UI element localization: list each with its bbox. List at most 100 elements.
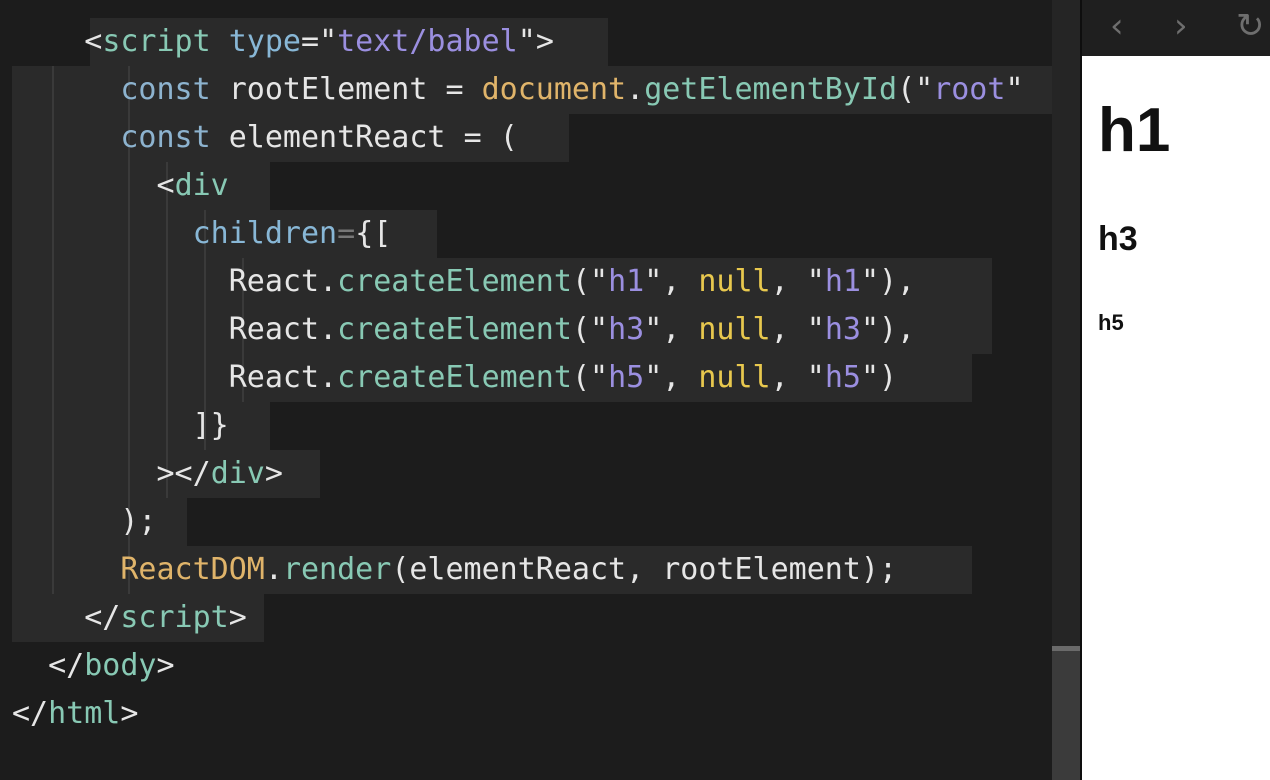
code-token: script: [120, 600, 229, 635]
code-token: const: [120, 120, 211, 155]
code-token: ReactDOM: [120, 552, 265, 587]
code-token: h5: [608, 360, 645, 395]
code-token: rootElement: [210, 72, 446, 107]
code-token: .: [626, 72, 645, 107]
code-token: (": [571, 312, 609, 347]
code-line[interactable]: <div: [12, 162, 1024, 210]
code-line[interactable]: React.createElement("h5", null, "h5"): [12, 354, 1024, 402]
code-line[interactable]: React.createElement("h3", null, "h3"),: [12, 306, 1024, 354]
code-token: children: [192, 216, 338, 251]
code-line[interactable]: ReactDOM.render(elementReact, rootElemen…: [12, 546, 1024, 594]
code-token: </: [12, 696, 49, 731]
code-token: </: [84, 600, 121, 635]
code-line[interactable]: children={[: [12, 210, 1024, 258]
code-token: div: [210, 456, 265, 491]
code-token: .: [319, 264, 338, 299]
code-token: null: [698, 360, 771, 395]
code-token: h1: [608, 264, 645, 299]
code-token: getElementById: [644, 72, 898, 107]
code-token: (": [571, 264, 609, 299]
code-line[interactable]: );: [12, 498, 1024, 546]
code-token: script: [102, 24, 211, 59]
code-token: ": [1005, 72, 1024, 107]
code-token: );: [120, 504, 157, 539]
code-token: >: [535, 24, 554, 59]
code-token: );: [860, 552, 898, 587]
code-token: h1: [824, 264, 861, 299]
code-token: ",: [644, 312, 699, 347]
code-token: render: [282, 552, 392, 587]
code-token: >: [120, 696, 139, 731]
code-token: h5: [824, 360, 861, 395]
code-token: (: [391, 552, 410, 587]
rendered-h3: h3: [1098, 220, 1138, 258]
code-lines[interactable]: <script type="text/babel"> const rootEle…: [12, 18, 1052, 738]
code-token: ]}: [192, 408, 229, 443]
code-token: ",: [644, 360, 699, 395]
code-line[interactable]: </html>: [12, 690, 1024, 738]
reload-icon[interactable]: ↻: [1236, 6, 1265, 46]
code-line[interactable]: const elementReact = (: [12, 114, 1024, 162]
code-token: >: [156, 648, 175, 683]
code-token: null: [698, 312, 771, 347]
code-token: =: [445, 72, 464, 107]
code-token: <: [84, 24, 103, 59]
code-token: </: [48, 648, 85, 683]
scrollbar-position-marker: [1052, 646, 1080, 651]
rendered-h1: h1: [1098, 96, 1171, 165]
code-line[interactable]: ></div>: [12, 450, 1024, 498]
code-token: .: [264, 552, 283, 587]
forward-icon[interactable]: ›: [1174, 6, 1188, 46]
code-line[interactable]: ]}: [12, 402, 1024, 450]
code-token: (: [897, 72, 916, 107]
code-token: (: [499, 120, 518, 155]
code-line[interactable]: </script>: [12, 594, 1024, 642]
code-line[interactable]: const rootElement = document.getElementB…: [12, 66, 1052, 114]
code-line[interactable]: </body>: [12, 642, 1024, 690]
browser-preview: ‹ › ↻ h1 h3 h5: [1082, 0, 1270, 780]
code-token: text/babel: [337, 24, 518, 59]
code-token: root: [933, 72, 1006, 107]
code-token: , ": [770, 360, 825, 395]
code-token: div: [174, 168, 229, 203]
code-line[interactable]: <script type="text/babel">: [12, 18, 1024, 66]
code-token: elementReact, rootElement: [409, 552, 861, 587]
code-token: ",: [644, 264, 699, 299]
code-token: h3: [824, 312, 861, 347]
code-token: createElement: [337, 360, 572, 395]
code-token: {[: [355, 216, 392, 251]
code-token: const: [120, 72, 211, 107]
code-token: createElement: [337, 264, 572, 299]
code-token: body: [84, 648, 157, 683]
code-token: React: [228, 360, 320, 395]
code-line[interactable]: React.createElement("h1", null, "h1"),: [12, 258, 1024, 306]
code-token: type: [228, 24, 301, 59]
code-token: null: [698, 264, 771, 299]
code-token: "): [860, 360, 898, 395]
code-token: =: [463, 120, 482, 155]
code-token: , ": [770, 264, 825, 299]
code-token: .: [319, 312, 338, 347]
code-token: >: [264, 456, 283, 491]
code-token: ": [915, 72, 934, 107]
code-token: ": [517, 24, 536, 59]
code-editor[interactable]: <script type="text/babel"> const rootEle…: [0, 0, 1052, 780]
back-icon[interactable]: ‹: [1110, 6, 1124, 46]
code-token: , ": [770, 312, 825, 347]
scrollbar-thumb[interactable]: [1052, 646, 1080, 780]
code-token: ": [319, 24, 338, 59]
